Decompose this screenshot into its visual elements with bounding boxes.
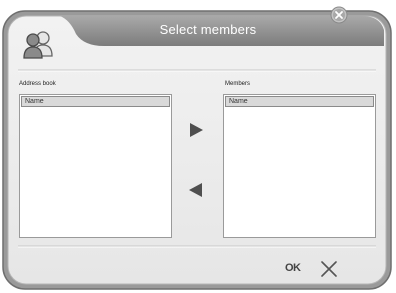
address-book-list[interactable]: Name	[19, 94, 172, 238]
arrow-right-icon	[190, 123, 203, 137]
window-title: Select members	[159, 22, 257, 37]
address-book-label: Address book	[19, 81, 56, 87]
select-members-dialog: Select members Address book Members Name…	[0, 0, 396, 293]
address-book-name-column-header[interactable]: Name	[21, 96, 170, 107]
arrow-left-icon	[189, 183, 202, 197]
address-book-list-body[interactable]	[21, 108, 170, 236]
members-list[interactable]: Name	[223, 94, 376, 238]
add-member-button[interactable]	[188, 122, 204, 138]
remove-member-button[interactable]	[188, 182, 204, 198]
column-header-label: Name	[25, 98, 44, 105]
close-icon[interactable]	[330, 6, 348, 24]
members-list-body[interactable]	[225, 108, 374, 236]
cancel-x-icon	[321, 261, 337, 277]
members-label: Members	[225, 81, 251, 87]
members-name-column-header[interactable]: Name	[225, 96, 374, 107]
column-header-label: Name	[229, 98, 248, 105]
contacts-icon	[23, 31, 53, 59]
ok-button[interactable]: OK	[285, 261, 305, 275]
cancel-button[interactable]	[320, 261, 338, 277]
